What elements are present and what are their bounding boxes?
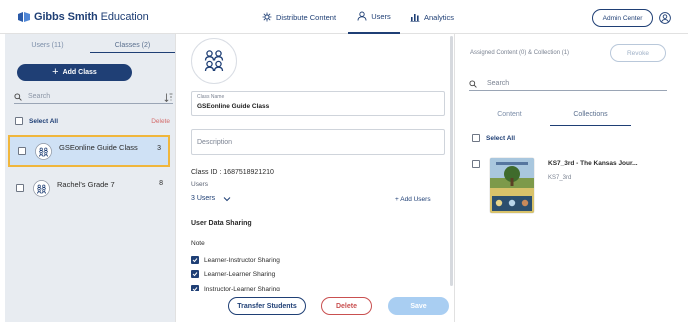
check-icon [192, 272, 198, 277]
gibbs-smith-logo[interactable]: Gibbs Smith Education [17, 10, 149, 24]
class-name: GSEonline Guide Class [59, 142, 138, 152]
content-search-input[interactable]: Search [469, 77, 667, 91]
search-placeholder: Search [487, 80, 510, 87]
sharing-checkbox[interactable] [191, 256, 199, 264]
nav-analytics[interactable]: Analytics [410, 0, 454, 34]
collection-subtitle: KS7_3rd [548, 175, 572, 181]
revoke-button[interactable]: Revoke [610, 44, 666, 62]
class-name-value: GSEonline Guide Class [197, 103, 270, 110]
plus-icon: + [52, 66, 59, 78]
search-icon [469, 79, 477, 88]
add-class-label: Add Class [62, 69, 97, 76]
users-label: Users [191, 181, 208, 188]
sharing-label: Learner-Learner Sharing [204, 270, 276, 278]
classes-panel: Users (11) Classes (2) + Add Class Searc… [5, 34, 175, 322]
class-checkbox[interactable] [18, 147, 26, 155]
class-search-input[interactable]: Search [14, 90, 173, 104]
assigned-content-panel: Assigned Content (0) & Collection (1) Re… [456, 34, 683, 322]
class-name: Rachel's Grade 7 [57, 179, 115, 189]
logo-mark-icon [18, 12, 30, 22]
collections-select-all: Select All [472, 134, 515, 142]
sharing-option[interactable]: Learner-Instructor Sharing [191, 255, 280, 265]
select-all-checkbox[interactable] [15, 117, 23, 125]
collection-checkbox[interactable] [472, 160, 480, 168]
logo-text: Gibbs Smith Education [34, 11, 149, 23]
sort-icon[interactable] [164, 93, 173, 102]
search-placeholder: Search [28, 93, 51, 100]
class-list-item[interactable]: GSEonline Guide Class 3 [8, 135, 170, 167]
sharing-option[interactable]: Learner-Learner Sharing [191, 269, 275, 279]
class-group-icon [35, 142, 52, 160]
nav-analytics-label: Analytics [424, 12, 455, 22]
add-class-button[interactable]: + Add Class [17, 64, 132, 81]
save-button[interactable]: Save [388, 297, 449, 315]
nav-users-label: Users [371, 11, 391, 21]
collection-title: KS7_3rd - The Kansas Jour... [548, 160, 638, 167]
class-checkbox[interactable] [16, 184, 24, 192]
class-group-icon [33, 179, 50, 197]
class-user-count: 3 [157, 145, 161, 152]
tab-users[interactable]: Users (11) [5, 37, 90, 53]
sharing-label: Learner-Instructor Sharing [204, 256, 280, 264]
user-icon [357, 11, 367, 21]
note-label: Note [191, 240, 205, 247]
collection-item[interactable]: KS7_3rd - The Kansas Jour... KS7_3rd [472, 158, 672, 216]
tab-content[interactable]: Content [469, 107, 550, 126]
select-all-row: Select All Delete [15, 116, 170, 126]
distribute-icon [262, 12, 272, 22]
class-name-label: Class Name [197, 94, 225, 100]
book-cover-art [490, 158, 534, 213]
top-bar: Gibbs Smith Education Distribute Content… [0, 0, 688, 34]
nav-distribute-label: Distribute Content [276, 12, 337, 22]
nav-users[interactable]: Users [348, 0, 400, 34]
delete-button[interactable]: Delete [321, 297, 372, 315]
tab-classes[interactable]: Classes (2) [90, 37, 175, 53]
user-data-sharing-title: User Data Sharing [191, 220, 252, 227]
users-count: 3 Users [191, 195, 216, 202]
nav-distribute-content[interactable]: Distribute Content [262, 0, 336, 34]
content-tabs: Content Collections [469, 107, 631, 126]
tab-collections[interactable]: Collections [550, 107, 631, 126]
select-all-label[interactable]: Select All [486, 135, 515, 142]
admin-center-button[interactable]: Admin Center [592, 9, 653, 27]
group-icon [204, 50, 224, 72]
collection-cover-image [490, 158, 534, 213]
delete-link[interactable]: Delete [151, 118, 170, 125]
class-id: Class ID : 1687518921210 [191, 169, 274, 176]
check-icon [192, 258, 198, 263]
assigned-content-label: Assigned Content (0) & Collection (1) [470, 50, 570, 56]
class-detail-panel: Class Name GSEonline Guide Class Descrip… [175, 34, 455, 322]
add-users-link[interactable]: + Add Users [395, 196, 431, 203]
search-icon [14, 92, 22, 101]
class-name-field[interactable]: Class Name GSEonline Guide Class [191, 91, 445, 116]
chevron-down-icon [223, 196, 231, 201]
users-dropdown[interactable]: 3 Users [191, 195, 231, 202]
class-list-item[interactable]: Rachel's Grade 7 8 [8, 172, 170, 204]
class-avatar [191, 38, 237, 84]
left-tabs: Users (11) Classes (2) [5, 37, 175, 53]
class-user-count: 8 [159, 180, 163, 187]
detail-scrollbar[interactable] [450, 36, 453, 286]
description-placeholder: Description [197, 139, 233, 146]
select-all-label[interactable]: Select All [29, 118, 58, 125]
description-field[interactable]: Description [191, 129, 445, 155]
select-all-checkbox[interactable] [472, 134, 480, 142]
sharing-checkbox[interactable] [191, 270, 199, 278]
detail-action-bar: Transfer Students Delete Save [176, 291, 454, 322]
analytics-icon [410, 14, 420, 22]
profile-icon[interactable] [659, 12, 671, 24]
transfer-students-button[interactable]: Transfer Students [228, 297, 306, 315]
